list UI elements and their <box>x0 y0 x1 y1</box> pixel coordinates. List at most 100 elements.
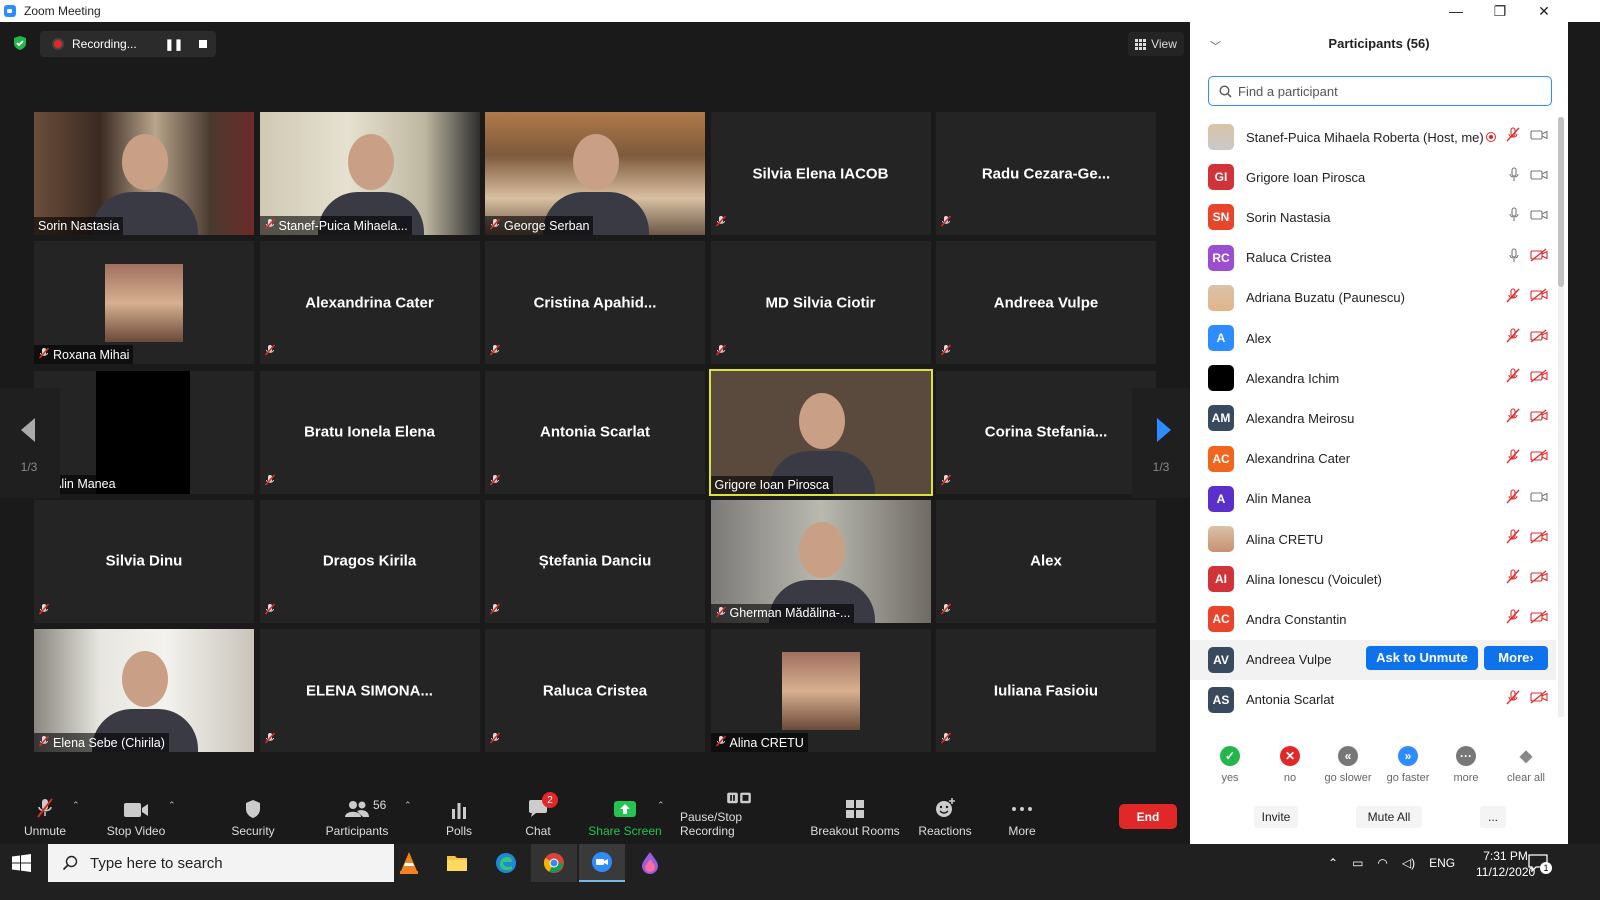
audio-options-caret-icon[interactable]: ⌃ <box>72 800 80 811</box>
participant-list-scroll-thumb[interactable] <box>1558 117 1564 287</box>
video-tile[interactable]: Cristina Apahid... <box>485 241 705 365</box>
video-tile[interactable]: Roxana Mihai <box>34 241 254 365</box>
file-explorer-icon[interactable] <box>434 844 480 882</box>
reactions-button[interactable]: Reactions <box>914 792 976 844</box>
feedback-clear-all-button[interactable]: ◆ clear all <box>1496 746 1556 784</box>
video-tile[interactable]: Alexandrina Cater <box>259 241 480 365</box>
video-tile[interactable]: Silvia Dinu <box>34 499 254 623</box>
volume-icon[interactable]: ◁) <box>1402 856 1415 870</box>
end-meeting-button[interactable]: End <box>1119 804 1177 829</box>
language-indicator[interactable]: ENG <box>1429 856 1455 870</box>
chrome-browser-icon[interactable] <box>531 844 577 882</box>
participants-options-caret-icon[interactable]: ⌃ <box>404 800 412 811</box>
battery-icon[interactable]: ▭ <box>1352 856 1363 870</box>
participant-row[interactable]: AC Andra Constantin <box>1190 599 1556 639</box>
video-tile[interactable]: ELENA SIMONA... <box>259 629 480 753</box>
participant-row[interactable]: A Alin Manea <box>1190 479 1556 519</box>
unmute-button[interactable]: Unmute <box>14 792 76 844</box>
security-button[interactable]: Security <box>222 792 284 844</box>
feedback-label: yes <box>1221 772 1239 784</box>
participant-search-input[interactable]: Find a participant <box>1208 76 1552 106</box>
more-button[interactable]: More <box>996 792 1048 844</box>
participant-status-icons <box>1486 127 1548 147</box>
participant-row[interactable]: Alexandra Ichim <box>1190 358 1556 398</box>
stop-video-button[interactable]: Stop Video <box>100 792 172 844</box>
mute-all-button[interactable]: Mute All <box>1356 806 1422 828</box>
video-tile[interactable]: MD Silvia Ciotir <box>710 241 931 365</box>
notification-center-button[interactable]: 1 <box>1528 854 1552 874</box>
prev-page-button[interactable]: 1/3 <box>0 388 60 498</box>
participant-row[interactable]: Alina CRETU <box>1190 519 1556 559</box>
polls-button[interactable]: Polls <box>434 792 484 844</box>
windows-start-button[interactable] <box>10 854 34 877</box>
video-tile[interactable]: Bratu Ionela Elena <box>259 370 480 494</box>
participant-row[interactable]: RC Raluca Cristea <box>1190 238 1556 278</box>
video-tile[interactable]: Silvia Elena IACOB <box>710 112 931 235</box>
invite-button[interactable]: Invite <box>1254 806 1298 828</box>
participants-button[interactable]: Participants 56 <box>320 792 394 844</box>
feedback-no-button[interactable]: ✕ no <box>1260 746 1320 784</box>
video-tile[interactable]: Alin Manea <box>34 370 254 494</box>
encryption-shield-icon[interactable] <box>12 35 28 51</box>
video-tile[interactable]: Sorin Nastasia <box>34 112 254 235</box>
participant-row[interactable]: SN Sorin Nastasia <box>1190 197 1556 237</box>
video-options-caret-icon[interactable]: ⌃ <box>168 800 176 811</box>
feedback-yes-button[interactable]: ✓ yes <box>1200 746 1260 784</box>
breakout-rooms-button[interactable]: Breakout Rooms <box>810 792 900 844</box>
search-icon <box>1219 84 1232 98</box>
minimize-button[interactable]: — <box>1434 0 1478 22</box>
feedback-more-button[interactable]: ··· more <box>1436 746 1496 784</box>
share-screen-button[interactable]: Share Screen <box>588 792 662 844</box>
video-tile[interactable]: George Serban <box>485 112 705 235</box>
paint-app-icon[interactable] <box>627 844 673 882</box>
video-tile[interactable]: Dragos Kirila <box>259 499 480 623</box>
video-tile[interactable]: Alex <box>936 499 1156 623</box>
panel-more-options-button[interactable]: ... <box>1480 806 1506 828</box>
ask-to-unmute-button[interactable]: Ask to Unmute <box>1366 645 1478 670</box>
video-tile[interactable]: Iuliana Fasioiu <box>936 629 1156 753</box>
video-tile[interactable]: Gherman Mădălina-... <box>710 499 931 623</box>
participant-row[interactable]: AS Antonia Scarlat <box>1190 680 1556 720</box>
video-tile[interactable]: Radu Cezara-Ge... <box>936 112 1156 235</box>
share-options-caret-icon[interactable]: ⌃ <box>657 800 665 811</box>
participant-row[interactable]: AV Andreea Vulpe Ask to Unmute More › <box>1190 639 1556 680</box>
participant-row[interactable]: Stanef-Puica Mihaela Roberta (Host, me) <box>1190 117 1556 157</box>
next-page-button[interactable]: 1/3 <box>1132 388 1190 498</box>
vlc-app-icon[interactable] <box>386 844 432 882</box>
participant-more-button[interactable]: More › <box>1484 645 1548 670</box>
video-tile[interactable]: Raluca Cristea <box>485 629 705 753</box>
pause-recording-icon[interactable]: ❚❚ <box>165 38 183 51</box>
video-tile[interactable]: Ștefania Danciu <box>485 499 705 623</box>
feedback-go-slower-button[interactable]: « go slower <box>1318 746 1378 784</box>
pause-stop-recording-button[interactable]: Pause/Stop Recording <box>680 792 798 844</box>
participant-row[interactable]: A Alex <box>1190 318 1556 358</box>
participant-status-icons <box>1508 207 1548 227</box>
participant-row[interactable]: GI Grigore Ioan Pirosca <box>1190 157 1556 197</box>
participant-row[interactable]: AM Alexandra Meirosu <box>1190 398 1556 438</box>
chat-button[interactable]: Chat 2 <box>512 792 564 844</box>
video-tile[interactable]: Corina Stefania... <box>936 370 1156 494</box>
video-tile[interactable]: Stanef-Puica Mihaela... <box>259 112 480 235</box>
view-button[interactable]: View <box>1128 32 1184 56</box>
notification-count: 1 <box>1540 862 1552 874</box>
feedback-go-faster-button[interactable]: » go faster <box>1378 746 1438 784</box>
taskbar-search-box[interactable]: Type here to search <box>48 844 394 882</box>
participant-row[interactable]: AI Alina Ionescu (Voiculet) <box>1190 559 1556 599</box>
video-tile[interactable]: Grigore Ioan Pirosca <box>708 368 933 496</box>
video-tile[interactable]: Antonia Scarlat <box>485 370 705 494</box>
maximize-button[interactable]: ❐ <box>1478 0 1522 22</box>
taskbar-clock[interactable]: 7:31 PM 11/12/2020 <box>1476 848 1535 880</box>
edge-browser-icon[interactable] <box>483 844 529 882</box>
close-window-button[interactable]: ✕ <box>1522 0 1566 22</box>
stop-recording-icon[interactable] <box>199 40 208 48</box>
participant-row[interactable]: Adriana Buzatu (Paunescu) <box>1190 278 1556 318</box>
participant-row[interactable]: AC Alexandrina Cater <box>1190 439 1556 479</box>
participants-panel: ﹀ Participants (56) Find a participant S… <box>1190 22 1568 844</box>
tray-overflow-icon[interactable]: ⌃ <box>1328 856 1338 870</box>
video-tile[interactable]: Alina CRETU <box>710 629 931 753</box>
pause-stop-recording-icon <box>727 792 751 804</box>
wifi-icon[interactable]: ◠ <box>1377 856 1387 870</box>
zoom-taskbar-icon[interactable] <box>579 844 625 882</box>
video-tile[interactable]: Andreea Vulpe <box>936 241 1156 365</box>
video-tile[interactable]: Elena Sebe (Chirila) <box>34 629 254 753</box>
